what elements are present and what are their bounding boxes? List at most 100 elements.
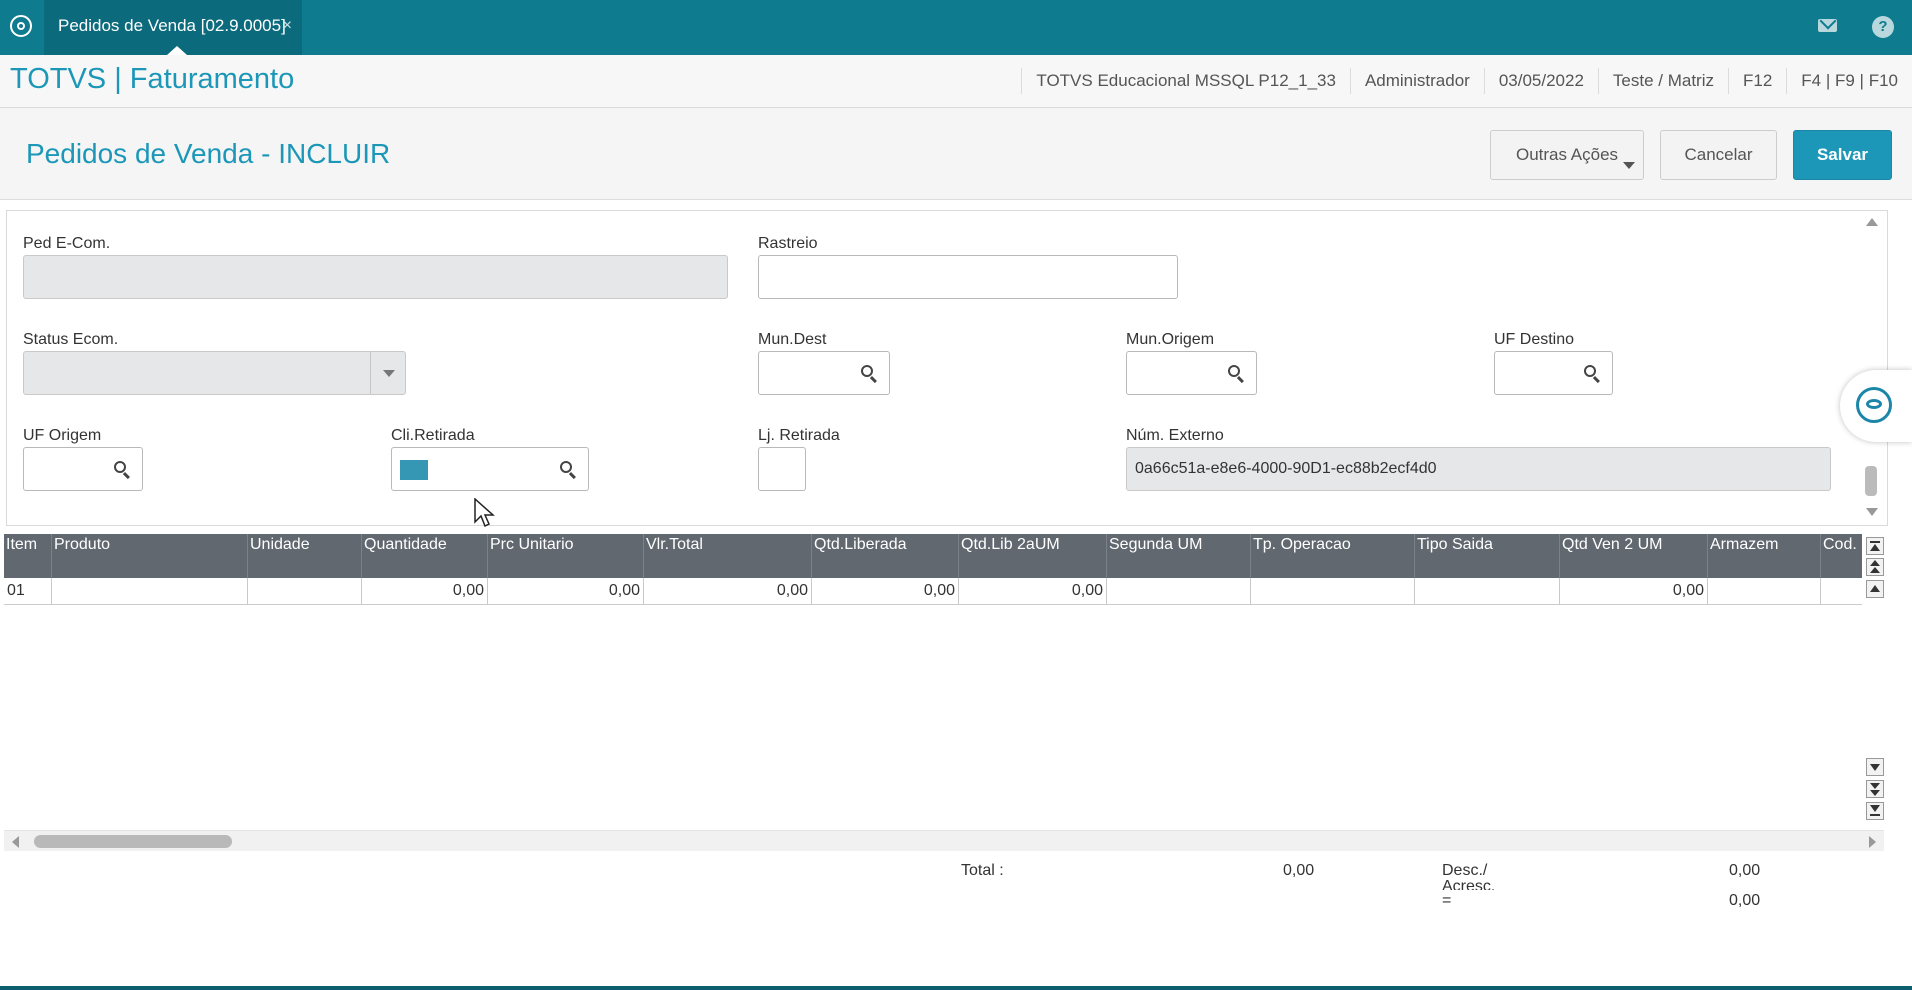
grid-up-icon[interactable]	[1866, 580, 1884, 598]
grid-nav-buttons	[1864, 534, 1886, 824]
search-icon[interactable]	[1584, 365, 1596, 377]
total-label: Total :	[961, 862, 1004, 879]
scroll-left-icon[interactable]	[12, 836, 19, 848]
grid-page-up-icon[interactable]	[1866, 558, 1884, 576]
cli-retirada-label: Cli.Retirada	[391, 427, 475, 444]
uf-destino-field[interactable]	[1494, 351, 1613, 395]
table-row[interactable]: 01 0,00 0,00 0,00 0,00 0,00 0,00	[4, 578, 1862, 605]
outras-acoes-button[interactable]: Outras Ações	[1490, 130, 1644, 180]
app-header: TOTVS | Faturamento TOTVS Educacional MS…	[0, 55, 1912, 108]
cell-vlr-total[interactable]: 0,00	[644, 578, 812, 604]
col-quantidade[interactable]: Quantidade	[362, 534, 488, 578]
status-ecom-select[interactable]	[23, 351, 406, 395]
mun-dest-label: Mun.Dest	[758, 331, 827, 348]
scroll-up-icon[interactable]	[1866, 218, 1878, 226]
col-tp-operacao[interactable]: Tp. Operacao	[1251, 534, 1415, 578]
search-icon[interactable]	[861, 365, 873, 377]
grid-page-down-icon[interactable]	[1866, 780, 1884, 798]
cell-tp-operacao[interactable]	[1251, 578, 1415, 604]
equals-label: =	[1442, 892, 1452, 909]
cell-qtd-lib-2aum[interactable]: 0,00	[959, 578, 1107, 604]
form-scrollbar[interactable]	[1862, 214, 1880, 520]
app-title: TOTVS | Faturamento	[10, 63, 295, 95]
cli-retirada-field[interactable]	[391, 447, 589, 491]
search-icon[interactable]	[1228, 365, 1240, 377]
grid-last-icon[interactable]	[1866, 802, 1884, 820]
col-qtd-ven-2um[interactable]: Qtd Ven 2 UM	[1560, 534, 1708, 578]
date-label[interactable]: 03/05/2022	[1483, 68, 1598, 94]
page-title: Pedidos de Venda - INCLUIR	[26, 138, 391, 169]
mail-icon[interactable]	[1818, 19, 1837, 32]
desc-acresc-value: 0,00	[1729, 862, 1761, 879]
num-externo-label: Núm. Externo	[1126, 427, 1224, 444]
status-ecom-label: Status Ecom.	[23, 331, 119, 348]
rastreio-field[interactable]	[758, 255, 1178, 299]
net-total-value: 0,00	[1729, 892, 1761, 909]
cell-qtd-ven-2um[interactable]: 0,00	[1560, 578, 1708, 604]
col-unidade[interactable]: Unidade	[248, 534, 362, 578]
user-label[interactable]: Administrador	[1349, 68, 1484, 94]
uf-origem-field[interactable]	[23, 447, 143, 491]
chevron-down-icon	[383, 370, 395, 377]
lj-retirada-field[interactable]	[758, 447, 806, 491]
search-icon[interactable]	[114, 461, 126, 473]
tab-pedidos-de-venda[interactable]: Pedidos de Venda [02.9.0005] ×	[44, 0, 302, 55]
scroll-right-icon[interactable]	[1869, 836, 1876, 848]
f12-shortcut[interactable]: F12	[1728, 68, 1786, 94]
lj-retirada-label: Lj. Retirada	[758, 427, 840, 444]
help-icon[interactable]: ?	[1872, 16, 1894, 38]
cell-armazem[interactable]	[1708, 578, 1821, 604]
col-item[interactable]: Item	[4, 534, 52, 578]
cell-unidade[interactable]	[248, 578, 362, 604]
field-focus-marker	[400, 460, 428, 480]
mun-origem-field[interactable]	[1126, 351, 1257, 395]
grid-down-icon[interactable]	[1866, 758, 1884, 776]
rastreio-label: Rastreio	[758, 235, 818, 252]
ped-ecom-field	[23, 255, 728, 299]
bottom-bar	[0, 986, 1912, 990]
num-externo-value: 0a66c51a-e8e6-4000-90D1-ec88b2ecf4d0	[1135, 460, 1437, 477]
cell-prc-unitario[interactable]: 0,00	[488, 578, 644, 604]
col-segunda-um[interactable]: Segunda UM	[1107, 534, 1251, 578]
grid-first-icon[interactable]	[1866, 537, 1884, 555]
environment-label[interactable]: TOTVS Educacional MSSQL P12_1_33	[1021, 68, 1350, 94]
uf-origem-label: UF Origem	[23, 427, 102, 444]
col-prc-unitario[interactable]: Prc Unitario	[488, 534, 644, 578]
dropdown-separator	[370, 352, 371, 394]
cell-cod[interactable]	[1821, 578, 1862, 604]
search-icon[interactable]	[560, 461, 572, 473]
cell-segunda-um[interactable]	[1107, 578, 1251, 604]
col-qtd-liberada[interactable]: Qtd.Liberada	[812, 534, 959, 578]
outras-acoes-label: Outras Ações	[1515, 145, 1619, 164]
assistant-widget[interactable]	[1840, 370, 1912, 442]
save-button[interactable]: Salvar	[1793, 130, 1892, 180]
mun-dest-field[interactable]	[758, 351, 890, 395]
scroll-down-icon[interactable]	[1866, 508, 1878, 516]
grid-header: Item Produto Unidade Quantidade Prc Unit…	[4, 534, 1862, 578]
cell-quantidade[interactable]: 0,00	[362, 578, 488, 604]
cell-produto[interactable]	[52, 578, 248, 604]
branch-label[interactable]: Teste / Matriz	[1597, 68, 1728, 94]
col-produto[interactable]: Produto	[52, 534, 248, 578]
uf-destino-label: UF Destino	[1494, 331, 1575, 348]
tab-close-icon[interactable]: ×	[283, 0, 292, 52]
cancel-button[interactable]: Cancelar	[1660, 130, 1777, 180]
scroll-thumb[interactable]	[1865, 466, 1877, 496]
col-armazem[interactable]: Armazem	[1708, 534, 1821, 578]
cell-tipo-saida[interactable]	[1415, 578, 1560, 604]
chevron-down-icon	[1623, 162, 1635, 169]
chat-assistant-icon[interactable]	[1856, 387, 1892, 423]
cell-qtd-liberada[interactable]: 0,00	[812, 578, 959, 604]
col-tipo-saida[interactable]: Tipo Saida	[1415, 534, 1560, 578]
grid-horizontal-scrollbar[interactable]	[4, 830, 1884, 851]
col-vlr-total[interactable]: Vlr.Total	[644, 534, 812, 578]
page-header: Pedidos de Venda - INCLUIR Outras Ações …	[0, 108, 1912, 200]
app-info-bar: TOTVS Educacional MSSQL P12_1_33 Adminis…	[1021, 55, 1912, 107]
col-cod[interactable]: Cod. I	[1821, 534, 1862, 578]
shortcuts-label[interactable]: F4 | F9 | F10	[1786, 68, 1912, 94]
col-qtd-lib-2aum[interactable]: Qtd.Lib 2aUM	[959, 534, 1107, 578]
tab-title: Pedidos de Venda [02.9.0005]	[58, 16, 286, 35]
totvs-logo-icon[interactable]	[10, 15, 32, 37]
cell-item[interactable]: 01	[4, 578, 52, 604]
scroll-thumb[interactable]	[34, 835, 232, 848]
